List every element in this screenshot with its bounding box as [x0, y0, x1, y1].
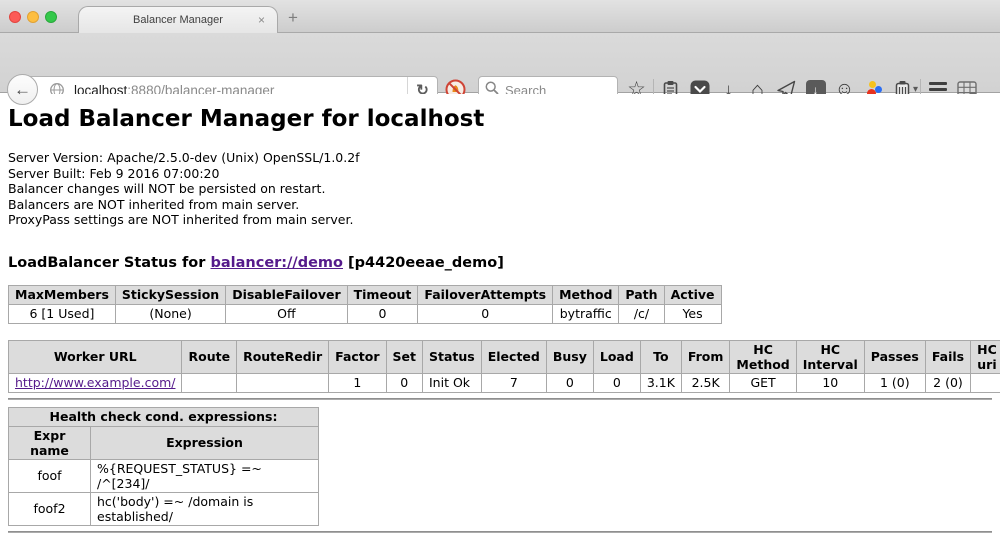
cell-maxmembers: 6 [1 Used]: [9, 304, 116, 323]
cell-to: 3.1K: [640, 373, 681, 392]
table-header-row: Expr name Expression: [9, 426, 319, 459]
status-heading-prefix: LoadBalancer Status for: [8, 255, 210, 271]
cell-hc-method: GET: [730, 373, 796, 392]
cell-stickysession: (None): [115, 304, 225, 323]
col-route: Route: [182, 340, 237, 373]
col-active: Active: [664, 285, 721, 304]
worker-row: http://www.example.com/ 1 0 Init Ok 7 0 …: [9, 373, 1000, 392]
cell-factor: 1: [329, 373, 386, 392]
worker-table: Worker URL Route RouteRedir Factor Set S…: [8, 340, 1000, 393]
cell-load: 0: [593, 373, 640, 392]
cell-fails: 2 (0): [925, 373, 970, 392]
cell-expression: hc('body') =~ /domain is established/: [91, 492, 319, 525]
navigation-toolbar: ← localhost:8880/balancer-manager ↻: [0, 33, 1000, 93]
health-expr-row: foof2 hc('body') =~ /domain is establish…: [9, 492, 319, 525]
balancer-demo-link[interactable]: balancer://demo: [210, 255, 343, 271]
window-close-button[interactable]: [9, 11, 21, 23]
server-info: Server Version: Apache/2.5.0-dev (Unix) …: [8, 150, 992, 228]
col-elected: Elected: [481, 340, 546, 373]
balancer-manager-page: Load Balancer Manager for localhost Serv…: [0, 94, 1000, 491]
section-divider: [8, 398, 992, 400]
health-table-title: Health check cond. expressions:: [9, 407, 319, 426]
col-maxmembers: MaxMembers: [9, 285, 116, 304]
server-built-line: Server Built: Feb 9 2016 07:00:20: [8, 166, 992, 182]
col-status: Status: [423, 340, 482, 373]
cell-hc-interval: 10: [796, 373, 864, 392]
col-failoverattempts: FailoverAttempts: [418, 285, 553, 304]
col-hc-uri: HC uri: [971, 340, 1000, 373]
window-zoom-button[interactable]: [45, 11, 57, 23]
tab-balancer-manager[interactable]: Balancer Manager ×: [78, 6, 278, 33]
page-title: Load Balancer Manager for localhost: [8, 106, 992, 132]
health-check-table: Health check cond. expressions: Expr nam…: [8, 407, 319, 526]
cell-method: bytraffic: [553, 304, 619, 323]
cell-path: /c/: [619, 304, 664, 323]
col-method: Method: [553, 285, 619, 304]
tab-title: Balancer Manager: [133, 14, 223, 26]
table-title-row: Health check cond. expressions:: [9, 407, 319, 426]
cell-routeredir: [237, 373, 329, 392]
cell-expr-name: foof2: [9, 492, 91, 525]
window-minimize-button[interactable]: [27, 11, 39, 23]
tab-close-icon[interactable]: ×: [258, 13, 265, 27]
col-set: Set: [386, 340, 422, 373]
col-passes: Passes: [864, 340, 925, 373]
cell-status: Init Ok: [423, 373, 482, 392]
cell-failoverattempts: 0: [418, 304, 553, 323]
back-button[interactable]: ←: [7, 74, 38, 105]
persist-notice-line: Balancer changes will NOT be persisted o…: [8, 181, 992, 197]
col-load: Load: [593, 340, 640, 373]
cell-route: [182, 373, 237, 392]
back-arrow-icon: ←: [14, 80, 31, 100]
cell-elected: 7: [481, 373, 546, 392]
col-to: To: [640, 340, 681, 373]
status-heading-suffix: [p4420eeae_demo]: [343, 255, 504, 271]
cell-expr-name: foof: [9, 459, 91, 492]
table-header-row: Worker URL Route RouteRedir Factor Set S…: [9, 340, 1000, 373]
col-hc-method: HC Method: [730, 340, 796, 373]
col-busy: Busy: [546, 340, 593, 373]
proxypass-notice-line: ProxyPass settings are NOT inherited fro…: [8, 212, 992, 228]
col-hc-interval: HC Interval: [796, 340, 864, 373]
col-expr-name: Expr name: [9, 426, 91, 459]
col-disablefailover: DisableFailover: [226, 285, 347, 304]
cell-passes: 1 (0): [864, 373, 925, 392]
col-timeout: Timeout: [347, 285, 418, 304]
col-routeredir: RouteRedir: [237, 340, 329, 373]
cell-timeout: 0: [347, 304, 418, 323]
titlebar: Balancer Manager × +: [0, 0, 1000, 33]
col-fails: Fails: [925, 340, 970, 373]
browser-chrome: Balancer Manager × + ← localhost:8880/ba…: [0, 0, 1000, 93]
cell-from: 2.5K: [681, 373, 730, 392]
new-tab-button[interactable]: +: [288, 8, 298, 28]
cell-hc-uri: [971, 373, 1000, 392]
health-expr-row: foof %{REQUEST_STATUS} =~ /^[234]/: [9, 459, 319, 492]
balancer-settings-table: MaxMembers StickySession DisableFailover…: [8, 285, 722, 324]
inherit-notice-line: Balancers are NOT inherited from main se…: [8, 197, 992, 213]
server-version-line: Server Version: Apache/2.5.0-dev (Unix) …: [8, 150, 992, 166]
page-bottom-divider: [8, 531, 992, 533]
col-worker-url: Worker URL: [9, 340, 182, 373]
col-path: Path: [619, 285, 664, 304]
loadbalancer-status-heading: LoadBalancer Status for balancer://demo …: [8, 255, 992, 271]
col-stickysession: StickySession: [115, 285, 225, 304]
col-expression: Expression: [91, 426, 319, 459]
cell-busy: 0: [546, 373, 593, 392]
col-factor: Factor: [329, 340, 386, 373]
col-from: From: [681, 340, 730, 373]
cell-worker-url: http://www.example.com/: [9, 373, 182, 392]
cell-disablefailover: Off: [226, 304, 347, 323]
cell-expression: %{REQUEST_STATUS} =~ /^[234]/: [91, 459, 319, 492]
table-header-row: MaxMembers StickySession DisableFailover…: [9, 285, 722, 304]
cell-active: Yes: [664, 304, 721, 323]
table-row: 6 [1 Used] (None) Off 0 0 bytraffic /c/ …: [9, 304, 722, 323]
worker-url-link[interactable]: http://www.example.com/: [15, 375, 175, 390]
cell-set: 0: [386, 373, 422, 392]
